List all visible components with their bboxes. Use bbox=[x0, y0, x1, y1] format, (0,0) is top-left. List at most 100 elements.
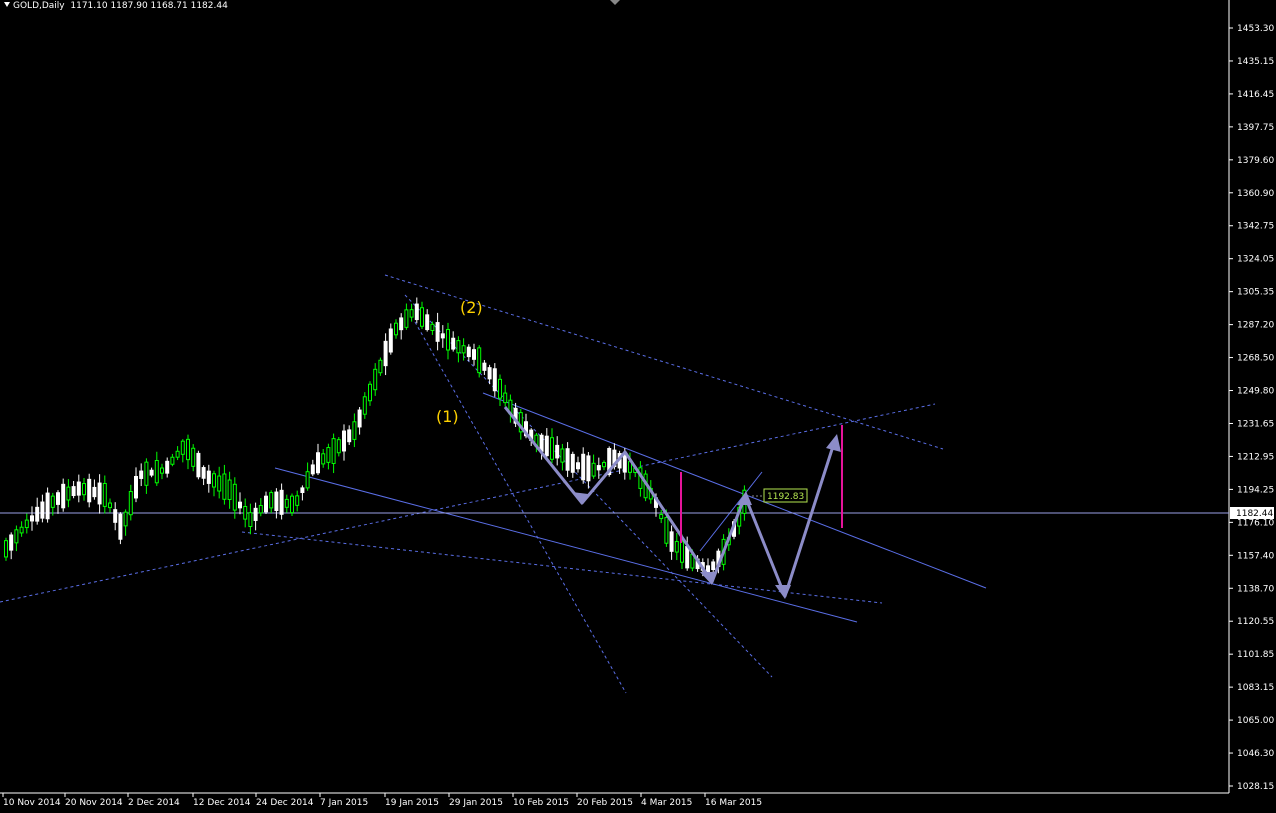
candle-body bbox=[290, 495, 294, 514]
candle-body bbox=[487, 367, 492, 380]
price-tick-label: 1453.30 bbox=[1237, 24, 1274, 34]
candle-body bbox=[446, 328, 450, 351]
long-dashed-support[interactable] bbox=[0, 403, 936, 603]
candle-body bbox=[435, 322, 440, 342]
wave-label-1: (1) bbox=[436, 407, 459, 426]
candle-body bbox=[430, 323, 435, 331]
candle-body bbox=[144, 461, 149, 486]
candle-body bbox=[118, 513, 123, 540]
candle-body bbox=[503, 392, 508, 404]
price-tick-label: 1416.45 bbox=[1237, 90, 1274, 100]
candle-body bbox=[669, 531, 674, 552]
price-tick-label: 1287.20 bbox=[1237, 321, 1274, 331]
time-tick-label: 20 Feb 2015 bbox=[577, 798, 633, 808]
candle-body bbox=[50, 495, 55, 508]
price-tick-label: 1028.15 bbox=[1237, 782, 1274, 792]
candle-body bbox=[71, 486, 76, 497]
candle-body bbox=[87, 478, 92, 503]
candle-body bbox=[659, 514, 664, 520]
candle-body bbox=[232, 483, 237, 511]
candle-body bbox=[191, 447, 196, 467]
candle-body bbox=[414, 303, 419, 321]
time-tick-label: 10 Nov 2014 bbox=[3, 798, 61, 808]
candle-body bbox=[498, 378, 502, 399]
candle-body bbox=[35, 506, 40, 522]
candle-body bbox=[295, 495, 300, 506]
candle-body bbox=[591, 462, 596, 477]
candle-body bbox=[217, 475, 222, 492]
candle-body bbox=[154, 460, 159, 484]
candle-body bbox=[466, 346, 471, 358]
price-tick-label: 1120.55 bbox=[1237, 617, 1274, 627]
candle-body bbox=[24, 519, 29, 529]
price-tick-label: 1157.40 bbox=[1237, 551, 1274, 561]
candle-body bbox=[264, 495, 268, 513]
candle-body bbox=[243, 505, 248, 520]
candle-body bbox=[576, 462, 580, 470]
candle-body bbox=[196, 452, 201, 478]
time-tick-label: 4 Mar 2015 bbox=[641, 798, 692, 808]
candle-body bbox=[472, 349, 476, 360]
candle-body bbox=[456, 340, 461, 354]
candle-body bbox=[570, 453, 575, 473]
candle-body bbox=[420, 307, 424, 327]
candle-body bbox=[586, 455, 591, 482]
price-tick-label: 1268.50 bbox=[1237, 354, 1274, 364]
candle-body bbox=[30, 515, 34, 522]
time-tick-label: 24 Dec 2014 bbox=[256, 798, 314, 808]
candle-body bbox=[170, 456, 175, 465]
candle-body bbox=[186, 438, 190, 461]
candle-body bbox=[565, 448, 570, 471]
candle-body bbox=[274, 491, 279, 512]
price-tick-label: 1379.60 bbox=[1237, 156, 1274, 166]
candle-body bbox=[206, 470, 211, 484]
price-tick-label: 1249.80 bbox=[1237, 387, 1274, 397]
time-tick-label: 16 Mar 2015 bbox=[705, 798, 762, 808]
candle-body bbox=[706, 565, 710, 573]
candle-body bbox=[258, 505, 263, 514]
candle-body bbox=[139, 470, 144, 479]
time-tick-label: 12 Dec 2014 bbox=[193, 798, 251, 808]
candle-body bbox=[279, 489, 284, 515]
scroll-marker-icon[interactable] bbox=[610, 0, 620, 5]
candle-body bbox=[248, 512, 253, 527]
candle-body bbox=[461, 345, 466, 354]
candle-body bbox=[388, 328, 393, 353]
candle-body bbox=[97, 482, 102, 505]
candle-body bbox=[19, 526, 24, 534]
candle-body bbox=[347, 429, 352, 443]
candle-body bbox=[149, 469, 154, 476]
price-marker-label: 1192.83 bbox=[767, 492, 804, 502]
candle-body bbox=[82, 483, 86, 496]
time-tick-label: 29 Jan 2015 bbox=[449, 798, 503, 808]
candle-body bbox=[378, 359, 383, 374]
price-tick-label: 1138.70 bbox=[1237, 584, 1274, 594]
time-tick-label: 7 Jan 2015 bbox=[320, 798, 368, 808]
candle-body bbox=[394, 322, 398, 336]
candle-body bbox=[399, 317, 404, 331]
arrowhead-icon bbox=[775, 585, 791, 599]
candle-body bbox=[40, 501, 45, 519]
candle-body bbox=[14, 529, 19, 544]
candle-body bbox=[56, 492, 60, 505]
candle-body bbox=[383, 340, 388, 367]
price-chart[interactable]: 1192.83 (1) (2) 1453.30 1435.15 1416.45 139… bbox=[0, 0, 1276, 813]
candle-body bbox=[316, 452, 320, 474]
wave-label-2: (2) bbox=[460, 298, 483, 317]
channel-upper-line[interactable] bbox=[482, 392, 987, 589]
candle-body bbox=[300, 487, 305, 494]
candle-body bbox=[180, 440, 185, 455]
candle-body bbox=[596, 465, 601, 471]
time-tick-label: 2 Dec 2014 bbox=[128, 798, 180, 808]
candle-body bbox=[175, 450, 180, 458]
candle-body bbox=[368, 383, 372, 402]
candle-body bbox=[108, 502, 112, 509]
candle-body bbox=[352, 421, 357, 440]
candle-body bbox=[482, 362, 487, 371]
candle-body bbox=[9, 534, 14, 551]
price-tick-label: 1435.15 bbox=[1237, 57, 1274, 67]
candle-body bbox=[357, 409, 362, 428]
price-tick-label: 1342.75 bbox=[1237, 222, 1274, 232]
candle-body bbox=[451, 337, 456, 350]
candle-body bbox=[222, 473, 227, 500]
